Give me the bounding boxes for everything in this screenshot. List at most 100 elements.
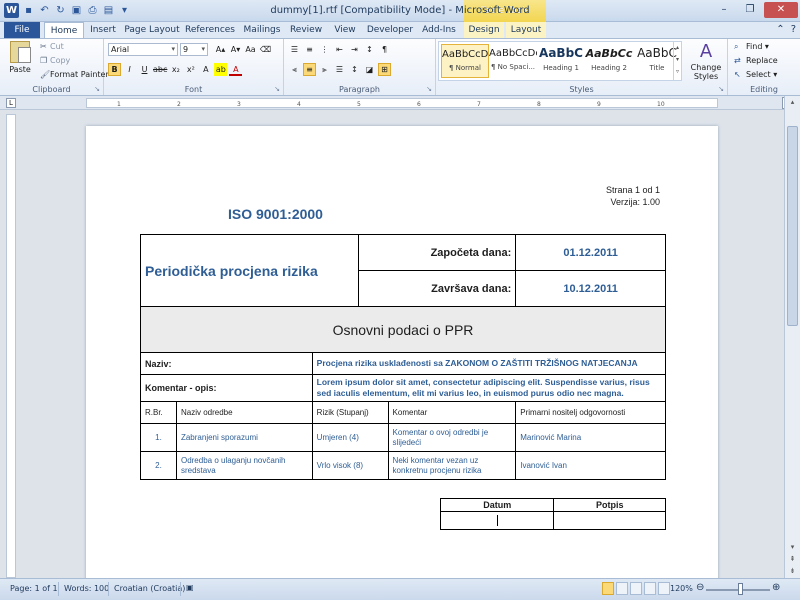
- underline-icon[interactable]: U: [138, 63, 151, 76]
- scroll-up-icon[interactable]: ▴: [787, 98, 798, 109]
- date-header[interactable]: Datum: [439, 498, 555, 512]
- clear-formatting-icon[interactable]: ⌫: [259, 43, 272, 56]
- font-name-select[interactable]: Arial: [108, 43, 178, 56]
- column-header[interactable]: Komentar: [387, 401, 517, 424]
- shading-icon[interactable]: ◪: [363, 63, 376, 76]
- justify-icon[interactable]: ☰: [333, 63, 346, 76]
- shrink-font-icon[interactable]: A▾: [229, 43, 242, 56]
- print-layout-icon[interactable]: [602, 582, 614, 595]
- minimize-ribbon-icon[interactable]: ⌃: [776, 24, 784, 35]
- next-page-icon[interactable]: ⇟: [787, 567, 798, 578]
- tab-view[interactable]: View: [330, 22, 360, 38]
- finished-value[interactable]: 10.12.2011: [515, 270, 666, 307]
- tab-design[interactable]: Design: [464, 22, 504, 38]
- bullets-icon[interactable]: ☰: [288, 43, 301, 56]
- find-button[interactable]: ⌕ Find ▾: [734, 42, 769, 52]
- style-no-spacing[interactable]: AaBbCcDc ¶ No Spaci...: [489, 44, 537, 78]
- tab-review[interactable]: Review: [288, 22, 324, 38]
- scroll-down-icon[interactable]: ▾: [787, 543, 798, 554]
- copy-button[interactable]: ❐ Copy: [40, 56, 70, 65]
- zoom-slider-thumb[interactable]: [738, 583, 743, 595]
- help-icon[interactable]: ?: [791, 24, 796, 35]
- tab-file[interactable]: File: [4, 22, 40, 38]
- tab-layout[interactable]: Layout: [506, 22, 546, 38]
- column-header[interactable]: Naziv odredbe: [175, 401, 313, 424]
- align-left-icon[interactable]: ⫷: [288, 63, 301, 76]
- tab-references[interactable]: References: [184, 22, 236, 38]
- grow-font-icon[interactable]: A▴: [214, 43, 227, 56]
- tab-page-layout[interactable]: Page Layout: [124, 22, 180, 38]
- row-risk[interactable]: Umjeren (4): [311, 423, 389, 452]
- horizontal-ruler[interactable]: 1 2 3 4 5 6 7 8 9 10: [86, 98, 718, 108]
- tab-mailings[interactable]: Mailings: [240, 22, 284, 38]
- row-comment[interactable]: Neki komentar vezan uz konkretnu procjen…: [387, 451, 517, 480]
- tab-developer[interactable]: Developer: [366, 22, 414, 38]
- macro-record-icon[interactable]: ▣: [186, 583, 194, 592]
- cut-button[interactable]: ✂ Cut: [40, 42, 64, 51]
- superscript-icon[interactable]: x²: [184, 63, 197, 76]
- vertical-scrollbar[interactable]: ▴ ▾ ⇞ ⇟: [784, 96, 800, 578]
- font-color-icon[interactable]: A: [229, 63, 243, 76]
- page-status[interactable]: Page: 1 of 1: [10, 584, 58, 593]
- row-comment[interactable]: Komentar o ovoj odredbi je slijedeći: [387, 423, 517, 452]
- minimize-button[interactable]: –: [712, 2, 736, 18]
- styles-gallery-scroll[interactable]: ▴ ▾ ▿: [673, 42, 681, 80]
- draft-icon[interactable]: [658, 582, 670, 595]
- scrollbar-thumb[interactable]: [787, 126, 798, 326]
- style-heading-2[interactable]: AaBbCc Heading 2: [585, 44, 633, 78]
- full-screen-reading-icon[interactable]: [616, 582, 628, 595]
- font-size-select[interactable]: 9: [180, 43, 208, 56]
- row-number[interactable]: 2.: [140, 451, 177, 480]
- numbering-icon[interactable]: ≡: [303, 43, 316, 56]
- styles-launcher-icon[interactable]: ↘: [718, 85, 724, 93]
- date-cell[interactable]: [439, 511, 555, 530]
- column-header[interactable]: Primarni nositelj odgovornosti: [515, 401, 666, 424]
- signature-header[interactable]: Potpis: [553, 498, 666, 512]
- comment-label[interactable]: Komentar - opis:: [140, 374, 313, 402]
- replace-button[interactable]: ⇄ Replace: [734, 56, 778, 65]
- tab-home[interactable]: Home: [44, 22, 84, 38]
- row-number[interactable]: 1.: [140, 423, 177, 452]
- zoom-in-icon[interactable]: ⊕: [772, 582, 780, 593]
- tab-add-ins[interactable]: Add-Ins: [418, 22, 460, 38]
- section-title[interactable]: Osnovni podaci o PPR: [140, 306, 666, 353]
- line-spacing-icon[interactable]: ↕: [348, 63, 361, 76]
- tab-insert[interactable]: Insert: [88, 22, 118, 38]
- close-button[interactable]: ✕: [764, 2, 798, 18]
- decrease-indent-icon[interactable]: ⇤: [333, 43, 346, 56]
- italic-icon[interactable]: I: [123, 63, 136, 76]
- show-formatting-icon[interactable]: ¶: [378, 43, 391, 56]
- row-name[interactable]: Zabranjeni sporazumi: [175, 423, 313, 452]
- maximize-button[interactable]: ❐: [738, 2, 762, 18]
- style-normal[interactable]: AaBbCcDc ¶ Normal: [441, 44, 489, 78]
- web-layout-icon[interactable]: [630, 582, 642, 595]
- outline-icon[interactable]: [644, 582, 656, 595]
- multilevel-list-icon[interactable]: ⋮: [318, 43, 331, 56]
- row-risk[interactable]: Vrlo visok (8): [311, 451, 389, 480]
- bold-icon[interactable]: B: [108, 63, 121, 76]
- text-effects-icon[interactable]: A: [199, 63, 212, 76]
- paste-button[interactable]: Paste: [6, 41, 34, 81]
- style-heading-1[interactable]: AaBbC Heading 1: [537, 44, 585, 78]
- font-launcher-icon[interactable]: ↘: [274, 85, 280, 93]
- started-label[interactable]: Započeta dana:: [357, 234, 517, 271]
- paragraph-launcher-icon[interactable]: ↘: [426, 85, 432, 93]
- word-count-status[interactable]: Words: 100: [64, 584, 109, 593]
- main-title[interactable]: Periodička procjena rizika: [140, 234, 359, 307]
- column-header[interactable]: Rizik (Stupanj): [311, 401, 389, 424]
- name-value[interactable]: Procjena rizika usklađenosti sa ZAKONOM …: [311, 352, 667, 375]
- change-case-icon[interactable]: Aa: [244, 43, 257, 56]
- document-page[interactable]: Strana 1 od 1 Verzija: 1.00 ISO 9001:200…: [86, 126, 718, 578]
- align-right-icon[interactable]: ⫸: [318, 63, 331, 76]
- finished-label[interactable]: Završava dana:: [357, 270, 517, 307]
- change-styles-button[interactable]: A Change Styles: [686, 41, 726, 81]
- tab-selector[interactable]: L: [6, 98, 16, 108]
- zoom-out-icon[interactable]: ⊖: [696, 582, 704, 593]
- format-painter-button[interactable]: 🖌Format Painter: [40, 70, 109, 79]
- vertical-ruler[interactable]: [6, 114, 16, 578]
- started-value[interactable]: 01.12.2011: [515, 234, 666, 271]
- row-owner[interactable]: Ivanović Ivan: [515, 451, 666, 480]
- strikethrough-icon[interactable]: abc: [153, 63, 167, 76]
- row-owner[interactable]: Marinović Marina: [515, 423, 666, 452]
- align-center-icon[interactable]: ≡: [303, 63, 316, 76]
